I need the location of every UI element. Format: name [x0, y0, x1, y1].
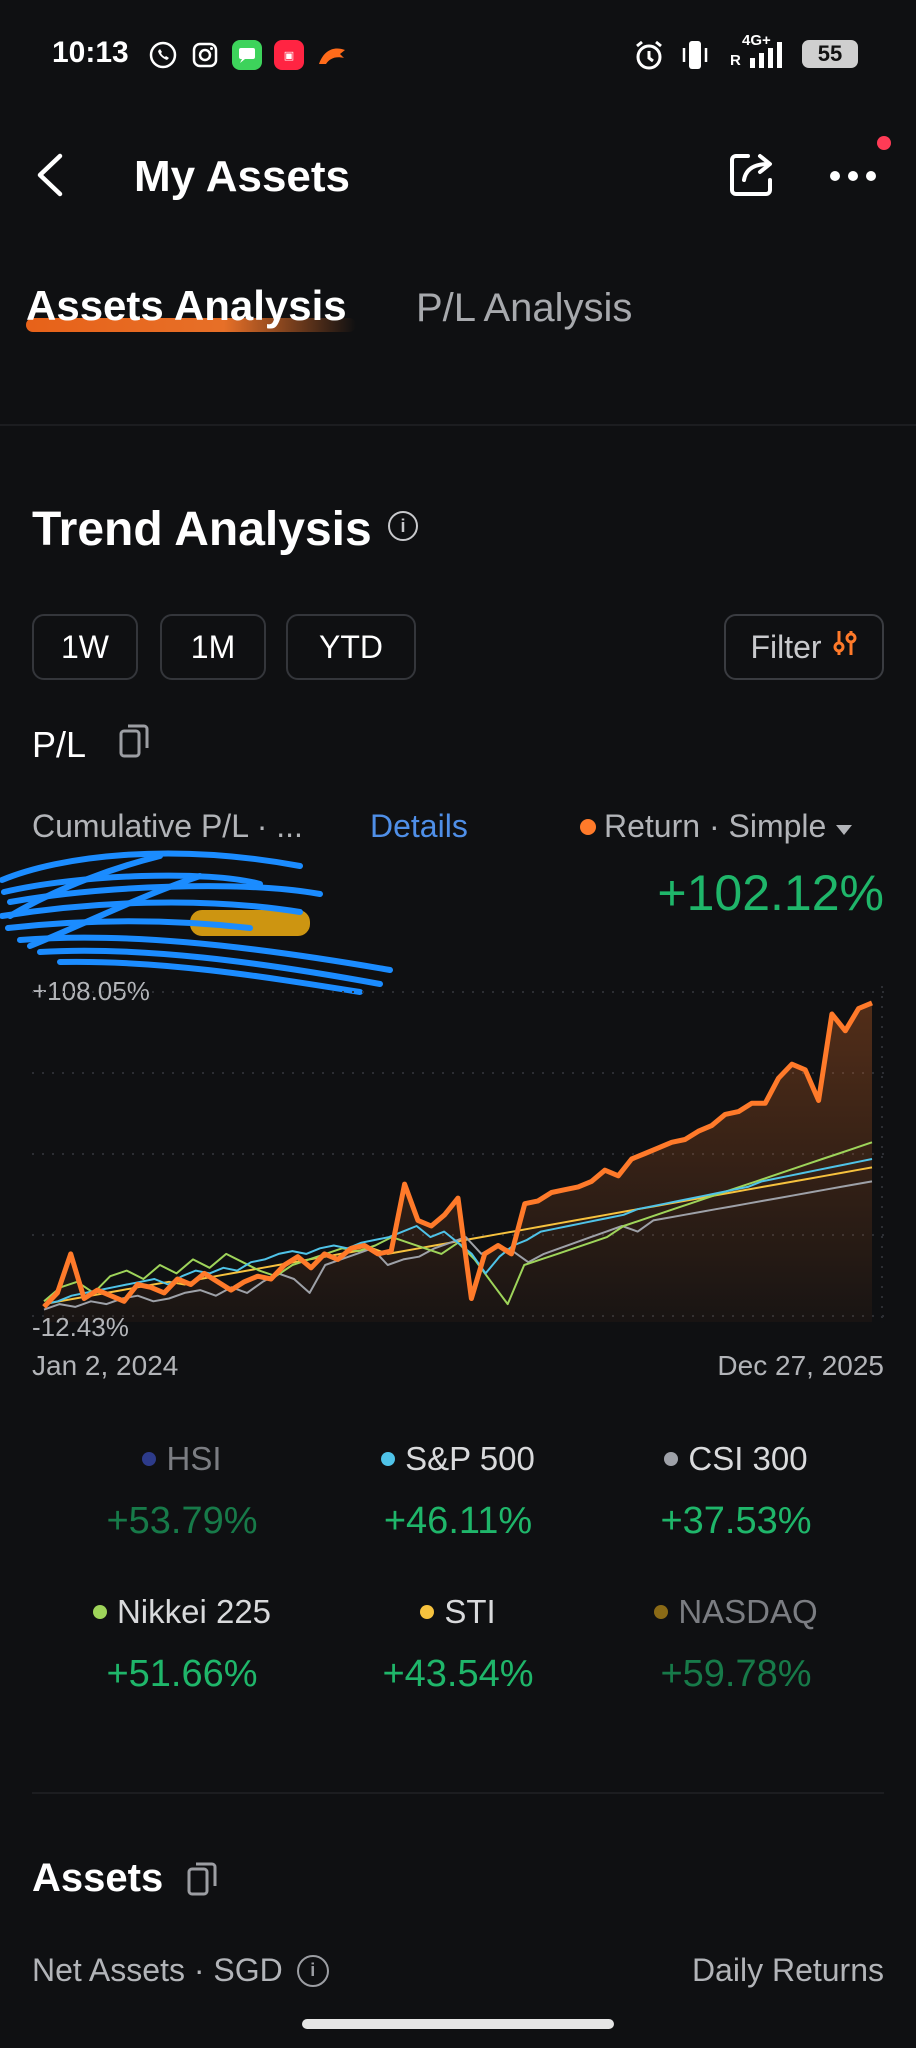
net-assets-label: Net Assets · SGD — [32, 1952, 283, 1988]
xiaohongshu-icon: ▣ — [274, 40, 304, 70]
home-indicator[interactable] — [302, 2019, 614, 2029]
return-value: +102.12% — [657, 865, 884, 921]
range-1w-button[interactable]: 1W — [32, 614, 138, 680]
back-arrow-icon[interactable] — [30, 150, 70, 200]
benchmark-name: Nikkei 225 — [116, 1593, 272, 1630]
benchmark-nikkei225[interactable]: Nikkei 225 +51.66% — [42, 1593, 322, 1696]
pl-label: P/L — [32, 724, 87, 765]
filter-button[interactable]: Filter — [724, 614, 884, 680]
header-divider — [0, 424, 916, 426]
filter-sliders-icon — [832, 628, 858, 666]
info-icon[interactable]: i — [296, 1954, 329, 1987]
benchmark-sti[interactable]: STI +43.54% — [318, 1593, 598, 1696]
moomoo-icon — [316, 40, 346, 70]
range-ytd-button[interactable]: YTD — [286, 614, 416, 680]
roaming-label: R — [730, 52, 741, 69]
trend-analysis-title: Trend Analysis — [32, 503, 372, 556]
share-icon[interactable] — [724, 148, 778, 202]
chart-x-start-label: Jan 2, 2024 — [32, 1350, 179, 1381]
chart-x-end-label: Dec 27, 2025 — [717, 1350, 884, 1381]
benchmark-csi300[interactable]: CSI 300 +37.53% — [596, 1440, 876, 1543]
legend-dot — [420, 1605, 435, 1619]
notification-dot — [877, 136, 891, 150]
whatsapp-icon — [148, 40, 178, 70]
vibrate-icon — [680, 38, 710, 77]
benchmark-value: +51.66% — [106, 1653, 258, 1695]
net-assets-row: Net Assets · SGD i — [32, 1952, 329, 1989]
series-area — [44, 1002, 872, 1322]
alarm-icon — [632, 38, 666, 77]
benchmark-name: NASDAQ — [678, 1593, 818, 1630]
benchmark-sp500[interactable]: S&P 500 +46.11% — [318, 1440, 598, 1543]
tab-pl-analysis[interactable]: P/L Analysis — [416, 286, 632, 331]
trend-chart — [32, 986, 884, 1322]
range-1m-button[interactable]: 1M — [160, 614, 266, 680]
return-type-label: Return · Simple — [604, 808, 827, 844]
copy-icon[interactable] — [186, 1860, 218, 1896]
benchmark-value: +59.78% — [660, 1653, 812, 1695]
benchmark-value: +46.11% — [383, 1500, 533, 1542]
benchmark-nasdaq[interactable]: NASDAQ +59.78% — [596, 1593, 876, 1696]
section-divider — [32, 1792, 884, 1794]
page-title: My Assets — [134, 152, 351, 201]
benchmark-value: +37.53% — [660, 1500, 812, 1542]
legend-dot — [381, 1452, 396, 1466]
legend-dot — [142, 1452, 157, 1466]
status-time: 10:13 — [52, 36, 129, 69]
messages-icon — [232, 40, 262, 70]
return-legend-dot — [580, 818, 596, 835]
copy-icon[interactable] — [118, 722, 150, 758]
benchmark-name: HSI — [166, 1440, 222, 1477]
benchmark-name: STI — [444, 1593, 496, 1630]
info-icon[interactable]: i — [388, 511, 418, 541]
legend-dot — [664, 1452, 679, 1466]
legend-dot — [92, 1605, 107, 1619]
benchmark-name: CSI 300 — [688, 1440, 808, 1477]
battery-indicator: 55 — [802, 40, 858, 68]
filter-label: Filter — [750, 628, 822, 665]
benchmark-name: S&P 500 — [405, 1440, 535, 1477]
tab-assets-analysis[interactable]: Assets Analysis — [26, 282, 347, 330]
benchmark-hsi[interactable]: HSI +53.79% — [42, 1440, 322, 1543]
signal-icon — [746, 40, 790, 75]
return-type-selector[interactable]: Return · Simple — [580, 808, 854, 845]
instagram-icon — [190, 40, 220, 70]
more-options-icon[interactable] — [828, 166, 878, 191]
benchmark-value: +43.54% — [382, 1653, 534, 1695]
assets-title: Assets — [32, 1856, 164, 1900]
legend-dot — [654, 1605, 669, 1619]
daily-returns-label[interactable]: Daily Returns — [692, 1952, 884, 1989]
benchmark-value: +53.79% — [106, 1500, 258, 1542]
dropdown-caret-icon — [834, 808, 854, 845]
chart-y-min-label: -12.43% — [32, 1312, 129, 1342]
